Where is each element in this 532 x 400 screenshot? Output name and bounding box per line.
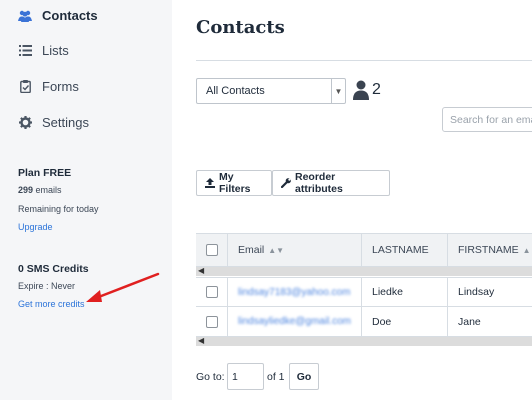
contact-list-select[interactable]: All Contacts ▼	[196, 78, 346, 104]
upgrade-link[interactable]: Upgrade	[18, 222, 53, 232]
row-firstname: Jane	[448, 307, 532, 336]
sidebar-item-label: Lists	[42, 43, 69, 58]
select-all-checkbox[interactable]	[205, 244, 218, 256]
page-input[interactable]: 1	[227, 363, 264, 390]
sort-icon: ▲▼	[522, 245, 532, 255]
header-email[interactable]: Email ▲▼	[228, 234, 362, 266]
sidebar-item-forms[interactable]: Forms	[18, 79, 79, 94]
horizontal-scrollbar[interactable]: ◀	[196, 336, 532, 346]
my-filters-button[interactable]: My Filters	[196, 170, 272, 196]
horizontal-scrollbar[interactable]: ◀	[196, 266, 532, 276]
table-row: lindsayliedke@gmail.com Doe Jane	[196, 307, 532, 337]
user-icon	[353, 80, 369, 100]
header-firstname[interactable]: FIRSTNAME▲▼	[448, 234, 532, 266]
title-divider	[196, 60, 532, 61]
row-lastname: Liedke	[362, 278, 448, 306]
my-filters-label: My Filters	[219, 171, 251, 195]
contact-count: 2	[353, 80, 381, 100]
scroll-left-icon[interactable]: ◀	[198, 266, 204, 275]
row-checkbox-cell	[196, 278, 228, 306]
plan-emails-count: 299	[18, 185, 34, 195]
plan-remaining: Remaining for today	[18, 204, 99, 214]
row-checkbox-cell	[196, 307, 228, 336]
row-email[interactable]: lindsayliedke@gmail.com	[228, 307, 362, 336]
row-email-value[interactable]: lindsayliedke@gmail.com	[238, 316, 351, 327]
search-input[interactable]: Search for an email	[442, 107, 532, 132]
row-email[interactable]: lindsay7183@yahoo.com	[228, 278, 362, 306]
reorder-attributes-button[interactable]: Reorder attributes	[272, 170, 390, 196]
search-placeholder: Search for an email	[450, 114, 532, 126]
goto-label: Go to:	[196, 371, 225, 383]
reorder-attributes-label: Reorder attributes	[295, 171, 343, 195]
get-more-credits-link[interactable]: Get more credits	[18, 299, 85, 309]
header-email-label: Email	[238, 244, 265, 256]
page-total: of 1	[267, 371, 285, 383]
upload-icon	[205, 178, 215, 188]
header-firstname-label: FIRSTNAME	[458, 244, 519, 256]
sidebar-item-label: Settings	[42, 115, 89, 130]
users-icon	[18, 9, 32, 23]
row-lastname-value: Doe	[372, 315, 392, 328]
sidebar-item-label: Forms	[42, 79, 79, 94]
table-header: Email▲▼ LASTNAME FIRSTNAME▲▼	[196, 233, 532, 267]
table-row: lindsay7183@yahoo.com Liedke Lindsay	[196, 277, 532, 307]
list-icon	[18, 44, 32, 58]
page-title: Contacts	[196, 17, 285, 38]
red-arrow-icon	[86, 272, 160, 302]
header-lastname-label: LASTNAME	[372, 244, 429, 256]
plan-title: Plan FREE	[18, 167, 72, 179]
wrench-icon	[281, 178, 291, 188]
sidebar-item-contacts[interactable]: Contacts	[18, 8, 98, 23]
gear-icon	[18, 116, 32, 130]
sidebar: Contacts Lists Forms Settings Plan FREE …	[0, 0, 172, 400]
contact-count-value: 2	[372, 81, 381, 98]
select-value: All Contacts	[206, 85, 265, 97]
plan-emails-label: emails	[33, 185, 62, 195]
go-button[interactable]: Go	[289, 363, 319, 390]
chevron-down-icon: ▼	[331, 79, 345, 103]
contacts-table: Email▲▼ LASTNAME FIRSTNAME▲▼ ◀ lindsay71…	[196, 233, 532, 348]
sms-expire: Expire : Never	[18, 281, 76, 291]
sms-credits-title: 0 SMS Credits	[18, 263, 89, 275]
plan-emails: 299 emails	[18, 185, 62, 195]
row-checkbox[interactable]	[205, 286, 218, 298]
sidebar-item-label: Contacts	[42, 8, 98, 23]
sidebar-item-settings[interactable]: Settings	[18, 115, 89, 130]
row-checkbox[interactable]	[205, 315, 218, 328]
row-lastname: Doe	[362, 307, 448, 336]
header-checkbox-cell	[196, 234, 228, 266]
row-email-value[interactable]: lindsay7183@yahoo.com	[238, 287, 350, 298]
sidebar-item-lists[interactable]: Lists	[18, 43, 69, 58]
row-firstname-value: Jane	[458, 315, 481, 328]
clipboard-icon	[18, 80, 32, 94]
sort-icon: ▲▼	[268, 245, 285, 255]
row-firstname: Lindsay	[448, 278, 532, 306]
scroll-left-icon[interactable]: ◀	[198, 336, 204, 345]
header-lastname[interactable]: LASTNAME	[362, 234, 448, 266]
row-firstname-value: Lindsay	[458, 286, 495, 298]
row-lastname-value: Liedke	[372, 286, 403, 298]
